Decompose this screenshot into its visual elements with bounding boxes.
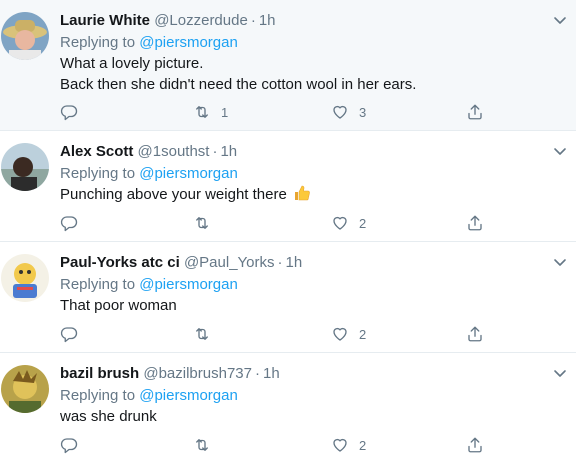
- action-bar: 2: [60, 324, 540, 344]
- author-handle[interactable]: @bazilbrush737: [143, 365, 252, 382]
- reply-button[interactable]: [60, 324, 78, 344]
- replying-to: Replying to @piersmorgan: [60, 163, 546, 184]
- retweet-button[interactable]: [193, 213, 211, 233]
- avatar[interactable]: [1, 143, 49, 191]
- avatar[interactable]: [1, 12, 49, 60]
- separator: ·: [250, 12, 256, 29]
- timestamp[interactable]: 1h: [259, 12, 276, 29]
- like-button[interactable]: 3: [331, 102, 366, 122]
- tweet-text-line: What a lovely picture.: [60, 55, 204, 72]
- separator: ·: [255, 365, 260, 382]
- chevron-down-icon[interactable]: [552, 254, 568, 270]
- retweet-icon: [196, 106, 208, 118]
- heart-icon: [333, 216, 347, 230]
- reply-icon: [60, 327, 78, 343]
- reply-button[interactable]: [60, 435, 78, 455]
- reply-icon: [60, 438, 78, 454]
- author-name[interactable]: bazil brush: [60, 365, 139, 382]
- share-button[interactable]: [466, 213, 484, 233]
- like-count: 2: [359, 326, 367, 342]
- separator: ·: [277, 254, 283, 271]
- like-button[interactable]: 2: [331, 324, 366, 344]
- retweet-button[interactable]: 1: [193, 102, 228, 122]
- mention-link[interactable]: @piersmorgan: [139, 387, 238, 404]
- replying-to: Replying to @piersmorgan: [60, 274, 546, 295]
- share-icon: [468, 437, 482, 453]
- thumbs-up-emoji: [293, 184, 311, 208]
- replying-to-label: Replying to: [60, 165, 136, 182]
- tweet[interactable]: bazil brush @bazilbrush737 · 1h Replying t…: [0, 353, 576, 468]
- action-bar: 2: [60, 435, 540, 455]
- share-icon: [468, 215, 482, 231]
- chevron-down-icon[interactable]: [552, 143, 568, 159]
- retweet-icon: [196, 328, 208, 340]
- retweet-icon: [196, 439, 208, 451]
- retweet-button[interactable]: [193, 435, 211, 455]
- mention-link[interactable]: @piersmorgan: [139, 165, 238, 182]
- tweet-text: Punching above your weight there: [60, 184, 546, 208]
- replying-to: Replying to @piersmorgan: [60, 32, 546, 53]
- mention-link[interactable]: @piersmorgan: [139, 276, 238, 293]
- action-bar: 2: [60, 213, 540, 233]
- separator: ·: [212, 143, 218, 160]
- action-bar: 1 3: [60, 102, 540, 122]
- like-button[interactable]: 2: [331, 213, 366, 233]
- tweet-text-line: was she drunk: [60, 408, 157, 425]
- replying-to-label: Replying to: [60, 34, 136, 51]
- share-button[interactable]: [466, 102, 484, 122]
- tweet-text-line: That poor woman: [60, 297, 177, 314]
- author-handle[interactable]: @Paul_Yorks: [184, 254, 275, 271]
- timestamp[interactable]: 1h: [263, 365, 280, 382]
- avatar[interactable]: [1, 365, 49, 413]
- replying-to-label: Replying to: [60, 387, 136, 404]
- like-count: 2: [359, 437, 367, 453]
- tweet-text: was she drunk: [60, 406, 546, 427]
- share-button[interactable]: [466, 324, 484, 344]
- tweet-text-line: Back then she didn't need the cotton woo…: [60, 76, 417, 93]
- tweet-text: That poor woman: [60, 295, 546, 316]
- share-icon: [468, 326, 482, 342]
- tweet[interactable]: Paul-Yorks atc ci @Paul_Yorks · 1h Replyin…: [0, 242, 576, 353]
- reply-icon: [60, 216, 78, 232]
- avatar[interactable]: [1, 254, 49, 302]
- heart-icon: [333, 438, 347, 452]
- timestamp[interactable]: 1h: [286, 254, 303, 271]
- share-button[interactable]: [466, 435, 484, 455]
- replying-to: Replying to @piersmorgan: [60, 385, 546, 406]
- replying-to-label: Replying to: [60, 276, 136, 293]
- chevron-down-icon[interactable]: [552, 365, 568, 381]
- author-name[interactable]: Laurie White: [60, 12, 150, 29]
- like-button[interactable]: 2: [331, 435, 366, 455]
- retweet-count: 1: [221, 104, 229, 120]
- heart-icon: [333, 327, 347, 341]
- tweet[interactable]: Laurie White @Lozzerdude · 1h Replying to …: [0, 0, 576, 131]
- author-handle[interactable]: @Lozzerdude: [154, 12, 248, 29]
- retweet-icon: [196, 217, 208, 229]
- heart-icon: [333, 105, 347, 119]
- tweet-text: What a lovely picture. Back then she did…: [60, 53, 546, 95]
- tweet[interactable]: Alex Scott @1southst · 1h Replying to @pie…: [0, 131, 576, 242]
- reply-icon: [60, 105, 78, 121]
- like-count: 3: [359, 104, 367, 120]
- share-icon: [468, 104, 482, 120]
- reply-button[interactable]: [60, 102, 78, 122]
- tweet-text-line: Punching above your weight there: [60, 186, 287, 203]
- author-handle[interactable]: @1southst: [138, 143, 210, 160]
- mention-link[interactable]: @piersmorgan: [139, 34, 238, 51]
- retweet-button[interactable]: [193, 324, 211, 344]
- timestamp[interactable]: 1h: [220, 143, 237, 160]
- reply-button[interactable]: [60, 213, 78, 233]
- like-count: 2: [359, 215, 367, 231]
- author-name[interactable]: Alex Scott: [60, 143, 133, 160]
- author-name[interactable]: Paul-Yorks atc ci: [60, 254, 180, 271]
- chevron-down-icon[interactable]: [552, 12, 568, 28]
